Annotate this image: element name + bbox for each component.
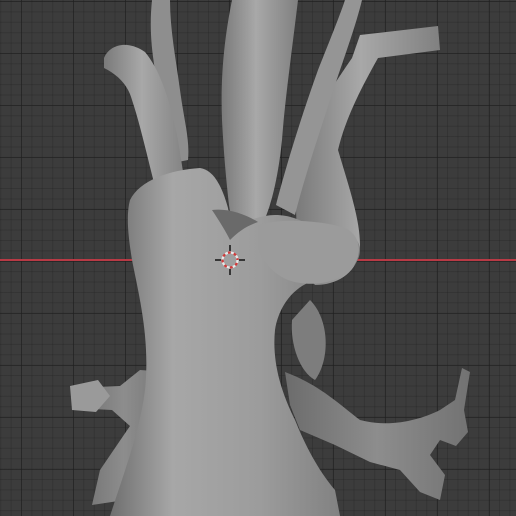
3d-viewport[interactable] <box>0 0 516 516</box>
vessel-mesh[interactable] <box>0 0 516 516</box>
3d-cursor-icon[interactable] <box>214 244 246 276</box>
lower-right-fold <box>291 300 326 380</box>
